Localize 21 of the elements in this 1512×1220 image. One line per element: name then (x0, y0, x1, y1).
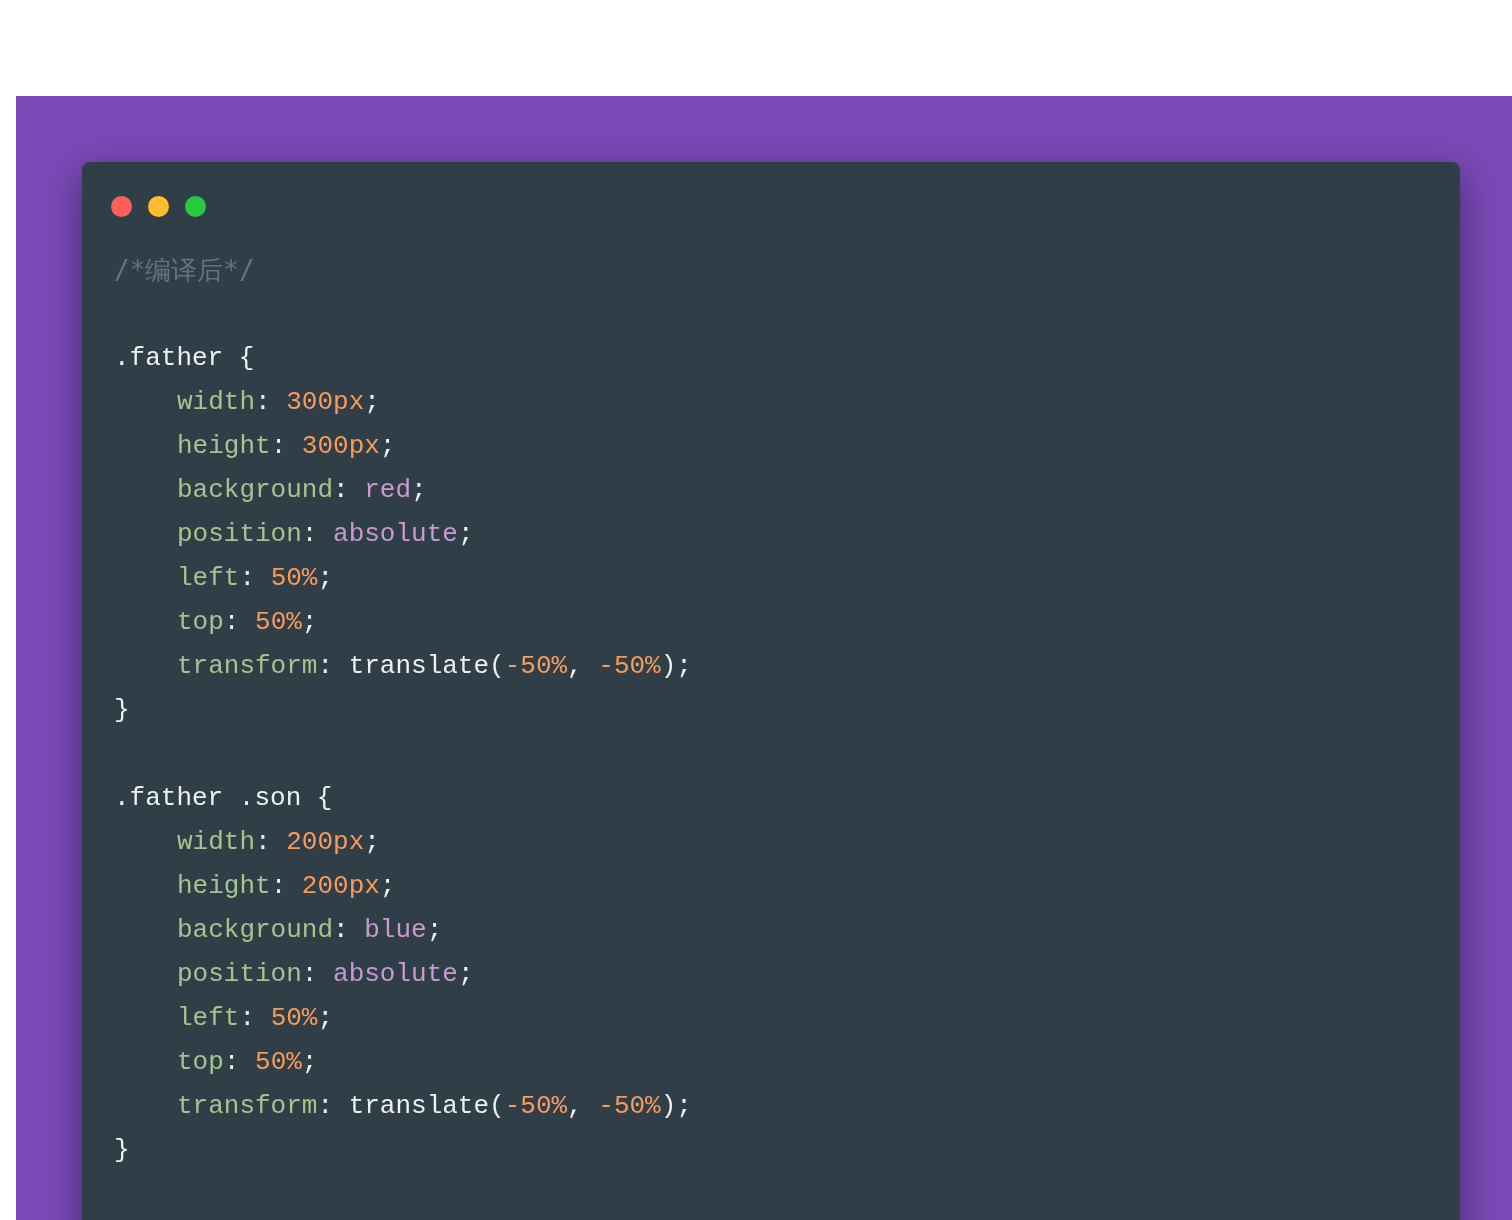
window-control-dot[interactable] (111, 196, 132, 217)
code-line: } (114, 695, 130, 725)
code-line: width: 300px; (177, 387, 380, 417)
code-line: transform: translate(-50%, -50%); (177, 651, 692, 681)
code-line: top: 50%; (177, 607, 318, 637)
code-line: position: absolute; (177, 959, 474, 989)
code-line: height: 200px; (177, 871, 396, 901)
code-line: position: absolute; (177, 519, 474, 549)
code-line: transform: translate(-50%, -50%); (177, 1091, 692, 1121)
code-line: width: 200px; (177, 827, 380, 857)
code-line: top: 50%; (177, 1047, 318, 1077)
code-line: height: 300px; (177, 431, 396, 461)
code-line: left: 50%; (177, 1003, 334, 1033)
code-line: left: 50%; (177, 563, 334, 593)
code-line: background: blue; (177, 915, 443, 945)
window-control-dot[interactable] (148, 196, 169, 217)
code-line: .father .son { (114, 783, 333, 813)
window-control-dot[interactable] (185, 196, 206, 217)
code-line: background: red; (177, 475, 427, 505)
code-line: } (114, 1135, 130, 1165)
code-line: .father { (114, 343, 255, 373)
